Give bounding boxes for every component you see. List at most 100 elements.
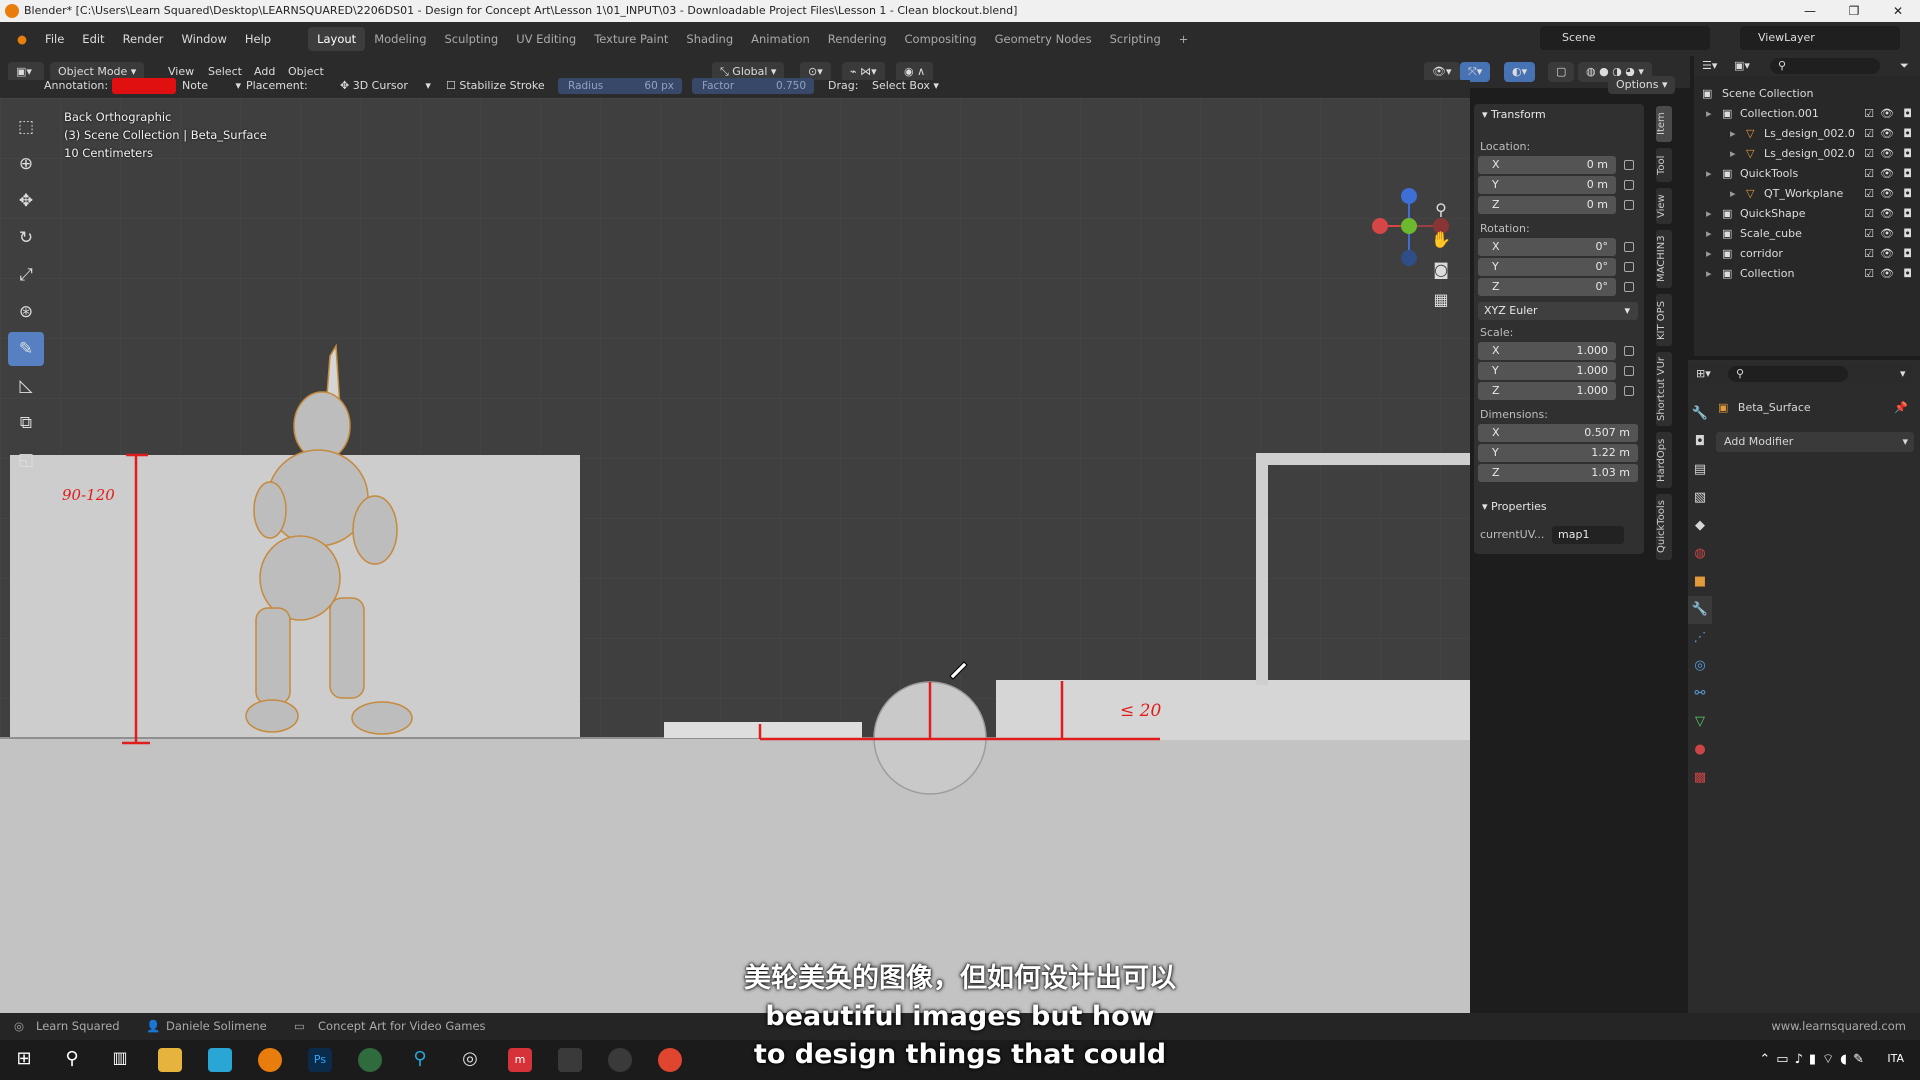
modifier-tab-icon[interactable]: 🔧 [1688, 596, 1712, 624]
outliner-editor-icon[interactable]: ☰▾ [1702, 56, 1717, 76]
tool-tab-icon[interactable]: 🔧 [1688, 400, 1712, 428]
current-uv-field[interactable]: map1 [1552, 526, 1624, 544]
eye-icon[interactable]: 👁 [1880, 104, 1894, 124]
tab-animation[interactable]: Animation [742, 27, 819, 51]
minimize-button[interactable]: — [1788, 0, 1832, 22]
scene-selector[interactable]: Scene [1540, 26, 1710, 50]
add-cube-icon[interactable]: ⧉ [8, 406, 44, 440]
quickshape-icon[interactable]: ◱ [8, 443, 44, 477]
chevron-right-icon[interactable]: ▸ [1706, 104, 1712, 124]
outliner-row[interactable]: ▸ ▣ Scale_cube ☑ 👁 ◘ [1694, 224, 1920, 244]
tab-kitops[interactable]: KIT OPS [1656, 294, 1672, 346]
camera-icon[interactable]: ◙ [1426, 255, 1456, 285]
rotation-y-field[interactable]: Y 0° [1478, 258, 1616, 276]
menu-file[interactable]: File [36, 27, 73, 51]
lock-icon[interactable] [1624, 160, 1634, 170]
properties-search-input[interactable] [1728, 366, 1848, 382]
view-layer-tab-icon[interactable]: ▧ [1688, 484, 1712, 512]
checkbox-icon[interactable]: ☑ [1864, 124, 1874, 144]
lock-icon[interactable] [1624, 282, 1634, 292]
outliner-row[interactable]: ▸ ▽ QT_Workplane ☑ 👁 ◘ [1694, 184, 1920, 204]
menu-help[interactable]: Help [236, 27, 280, 51]
chevron-right-icon[interactable]: ▸ [1706, 264, 1712, 284]
menu-render[interactable]: Render [114, 27, 173, 51]
output-tab-icon[interactable]: ▤ [1688, 456, 1712, 484]
eye-icon[interactable]: 👁 [1880, 264, 1894, 284]
camera-render-icon[interactable]: ◘ [1903, 224, 1912, 244]
object-tab-icon[interactable]: ■ [1688, 568, 1712, 596]
dimensions-y-field[interactable]: Y 1.22 m [1478, 444, 1638, 462]
checkbox-icon[interactable]: ☑ [1864, 104, 1874, 124]
annotation-layer-dropdown[interactable]: Note ▾ [182, 76, 241, 96]
tab-tool[interactable]: Tool [1656, 148, 1672, 182]
checkbox-icon[interactable]: ☑ [1864, 144, 1874, 164]
chevron-right-icon[interactable]: ▸ [1730, 184, 1736, 204]
tab-compositing[interactable]: Compositing [896, 27, 986, 51]
checkbox-icon[interactable]: ☑ [1864, 224, 1874, 244]
transform-header[interactable]: ▾ Transform [1482, 108, 1546, 121]
camera-render-icon[interactable]: ◘ [1903, 184, 1912, 204]
camera-render-icon[interactable]: ◘ [1903, 124, 1912, 144]
tab-geometry-nodes[interactable]: Geometry Nodes [986, 27, 1101, 51]
add-modifier-dropdown[interactable]: Add Modifier ▾ [1716, 432, 1914, 452]
chevron-right-icon[interactable]: ▸ [1706, 224, 1712, 244]
rotation-mode-dropdown[interactable]: XYZ Euler ▾ [1478, 302, 1638, 320]
select-box-icon[interactable]: ⬚ [8, 110, 44, 144]
tab-uv-editing[interactable]: UV Editing [507, 27, 585, 51]
lock-icon[interactable] [1624, 366, 1634, 376]
data-tab-icon[interactable]: ▽ [1688, 708, 1712, 736]
eye-icon[interactable]: 👁 [1880, 144, 1894, 164]
zoom-icon[interactable]: ⚲ [1426, 195, 1456, 225]
visibility-icon[interactable]: 👁▾ [1424, 62, 1460, 82]
lock-icon[interactable] [1624, 386, 1634, 396]
constraints-tab-icon[interactable]: ⚯ [1688, 680, 1712, 708]
viewport-scene[interactable]: 90-120 ≤ 20 [0, 98, 1470, 1013]
camera-render-icon[interactable]: ◘ [1903, 244, 1912, 264]
scale-z-field[interactable]: Z 1.000 [1478, 382, 1616, 400]
drag-dropdown[interactable]: Select Box ▾ [872, 76, 939, 96]
rotation-z-field[interactable]: Z 0° [1478, 278, 1616, 296]
tab-rendering[interactable]: Rendering [819, 27, 896, 51]
material-tab-icon[interactable]: ● [1688, 736, 1712, 764]
chevron-right-icon[interactable]: ▸ [1706, 164, 1712, 184]
outliner-row[interactable]: ▸ ▣ Collection.001 ☑ 👁 ◘ [1694, 104, 1920, 124]
tab-machin3[interactable]: MACHIN3 [1656, 230, 1672, 288]
tab-modeling[interactable]: Modeling [365, 27, 435, 51]
world-tab-icon[interactable]: ◍ [1688, 540, 1712, 568]
3d-viewport[interactable]: 90-120 ≤ 20 [0, 98, 1470, 1013]
xray-icon[interactable]: ▢ [1548, 62, 1575, 82]
close-button[interactable]: ✕ [1876, 0, 1920, 22]
move-icon[interactable]: ✥ [8, 184, 44, 218]
menu-window[interactable]: Window [173, 27, 236, 51]
maximize-button[interactable]: ❐ [1832, 0, 1876, 22]
transform-icon[interactable]: ⊛ [8, 295, 44, 329]
render-tab-icon[interactable]: ◘ [1688, 428, 1712, 456]
location-y-field[interactable]: Y 0 m [1478, 176, 1616, 194]
add-workspace-button[interactable]: + [1170, 27, 1198, 51]
factor-field[interactable]: Factor 0.750 [692, 78, 814, 94]
properties-editor-icon[interactable]: ⊞▾ [1696, 364, 1711, 384]
properties-header[interactable]: ▾ Properties [1482, 500, 1547, 513]
tab-item[interactable]: Item [1656, 106, 1672, 142]
location-x-field[interactable]: X 0 m [1478, 156, 1616, 174]
scene-tab-icon[interactable]: ◆ [1688, 512, 1712, 540]
particles-tab-icon[interactable]: ⋰ [1688, 624, 1712, 652]
rotate-icon[interactable]: ↻ [8, 221, 44, 255]
tab-shading[interactable]: Shading [677, 27, 742, 51]
annotation-color-swatch[interactable] [112, 78, 176, 94]
tab-quicktools[interactable]: QuickTools [1656, 494, 1672, 560]
overlay-toggle-icon[interactable]: ◐▾ [1504, 62, 1536, 82]
cursor-icon[interactable]: ⊕ [8, 147, 44, 181]
ortho-grid-icon[interactable]: ▦ [1426, 285, 1456, 315]
chevron-right-icon[interactable]: ▸ [1706, 244, 1712, 264]
tab-layout[interactable]: Layout [308, 27, 366, 51]
checkbox-icon[interactable]: ☑ [1864, 244, 1874, 264]
lock-icon[interactable] [1624, 346, 1634, 356]
outliner-row[interactable]: ▸ ▣ QuickTools ☑ 👁 ◘ [1694, 164, 1920, 184]
lock-icon[interactable] [1624, 180, 1634, 190]
eye-icon[interactable]: 👁 [1880, 124, 1894, 144]
camera-render-icon[interactable]: ◘ [1903, 204, 1912, 224]
tab-scripting[interactable]: Scripting [1101, 27, 1170, 51]
tab-sculpting[interactable]: Sculpting [436, 27, 508, 51]
outliner-search-input[interactable] [1770, 58, 1880, 74]
